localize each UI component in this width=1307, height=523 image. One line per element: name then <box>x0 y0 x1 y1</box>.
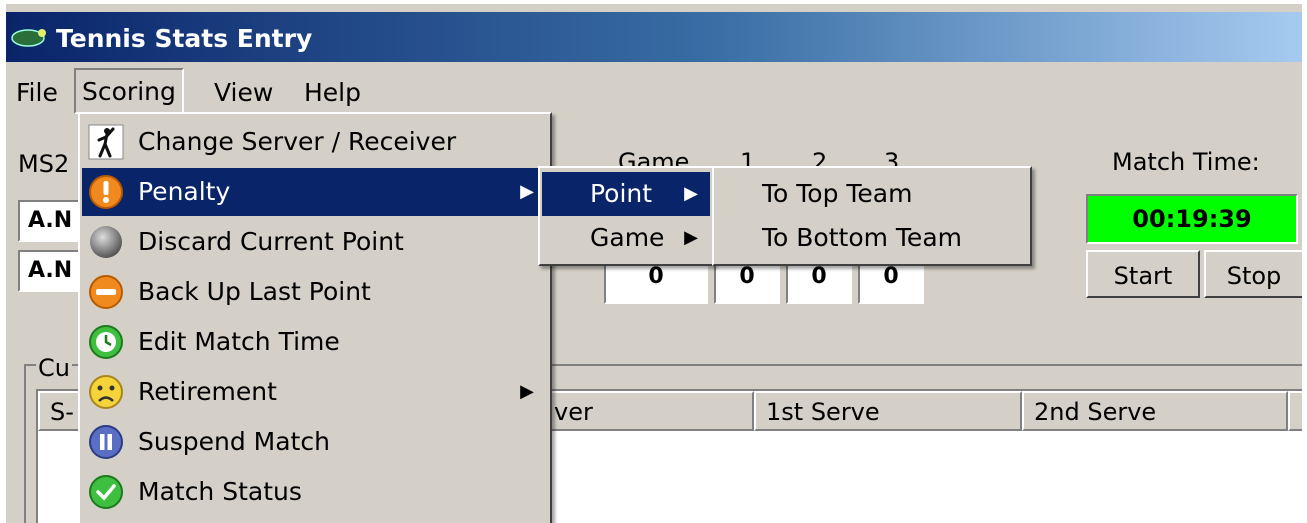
scoring-menu: Change Server / Receiver Penalty ▶ Disca… <box>78 112 552 523</box>
submenu-item-label: To Bottom Team <box>762 223 962 252</box>
menu-item-penalty[interactable]: Penalty ▶ <box>82 168 548 216</box>
menu-item-label: Match Status <box>138 477 302 506</box>
menu-item-back-up-point[interactable]: Back Up Last Point <box>82 268 548 316</box>
start-button[interactable]: Start <box>1086 250 1200 298</box>
submenu-item-label: Game <box>590 223 665 252</box>
check-icon <box>89 475 123 509</box>
menu-view[interactable]: View <box>208 76 279 110</box>
group-label: Cu <box>36 354 72 382</box>
submenu-arrow-icon: ▶ <box>684 227 698 248</box>
submenu-item-to-bottom-team[interactable]: To Bottom Team <box>716 216 1028 260</box>
bottom-set1-score: 0 <box>714 260 780 304</box>
bottom-set2-score: 0 <box>786 260 852 304</box>
match-code-label: MS2 <box>18 150 70 178</box>
tennis-app-icon <box>11 29 46 47</box>
menu-item-match-status[interactable]: Match Status <box>82 468 548 516</box>
menu-file[interactable]: File <box>10 76 64 110</box>
menu-item-label: Retirement <box>138 377 277 406</box>
sad-face-icon <box>89 375 123 409</box>
submenu-arrow-icon: ▶ <box>520 181 534 202</box>
menu-item-label: Change Server / Receiver <box>138 127 457 156</box>
menu-item-change-server[interactable]: Change Server / Receiver <box>82 118 548 166</box>
clock-icon <box>89 325 123 359</box>
column-header-extra[interactable] <box>1288 391 1302 431</box>
submenu-arrow-icon: ▶ <box>684 183 698 204</box>
menu-bar: File Scoring View Help <box>6 66 1302 116</box>
submenu-item-label: To Top Team <box>762 179 913 208</box>
menu-item-label: Edit Match Time <box>138 327 340 356</box>
menu-item-label: Penalty <box>138 177 231 206</box>
match-time-display: 00:19:39 <box>1086 194 1298 244</box>
submenu-item-to-top-team[interactable]: To Top Team <box>716 172 1028 216</box>
submenu-arrow-icon: ▶ <box>520 381 534 402</box>
title-bar: Tennis Stats Entry <box>6 12 1302 62</box>
menu-item-label: Discard Current Point <box>138 227 404 256</box>
app-window: Tennis Stats Entry File Scoring View Hel… <box>6 4 1302 523</box>
window-title: Tennis Stats Entry <box>56 24 313 53</box>
column-header-1st-serve[interactable]: 1st Serve <box>754 391 1022 431</box>
pause-icon <box>89 425 123 459</box>
match-time-label: Match Time: <box>1112 148 1260 176</box>
bottom-game-score: 0 <box>604 260 708 304</box>
point-submenu: To Top Team To Bottom Team <box>712 166 1032 266</box>
submenu-item-game[interactable]: Game ▶ <box>542 216 710 260</box>
column-header-2nd-serve[interactable]: 2nd Serve <box>1022 391 1288 431</box>
minus-icon <box>89 275 123 309</box>
gray-ball-icon <box>90 226 122 258</box>
menu-scoring[interactable]: Scoring <box>74 68 184 114</box>
penalty-submenu: Point ▶ Game ▶ <box>538 166 714 266</box>
menu-help[interactable]: Help <box>298 76 367 110</box>
warning-icon <box>89 175 123 209</box>
submenu-item-point[interactable]: Point ▶ <box>542 172 710 216</box>
menu-item-label: Suspend Match <box>138 427 330 456</box>
menu-item-label: Back Up Last Point <box>138 277 371 306</box>
server-player-icon <box>88 124 124 160</box>
submenu-item-label: Point <box>590 179 653 208</box>
menu-item-retirement[interactable]: Retirement ▶ <box>82 368 548 416</box>
menu-item-edit-match-time[interactable]: Edit Match Time <box>82 318 548 366</box>
menu-item-suspend-match[interactable]: Suspend Match <box>82 418 548 466</box>
menu-item-discard-point[interactable]: Discard Current Point <box>82 218 548 266</box>
stop-button[interactable]: Stop <box>1204 250 1302 298</box>
bottom-set3-score: 0 <box>858 260 924 304</box>
